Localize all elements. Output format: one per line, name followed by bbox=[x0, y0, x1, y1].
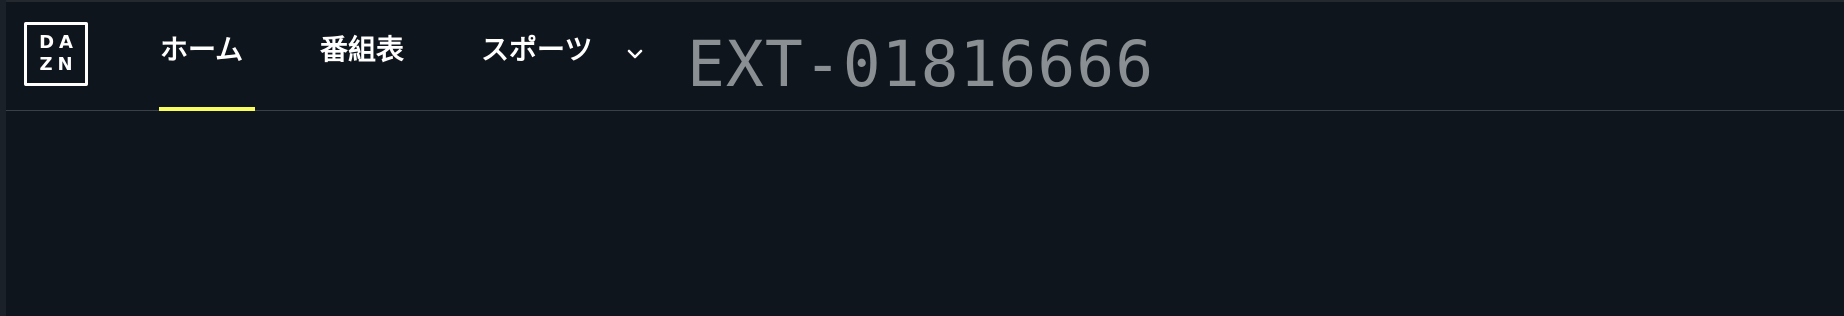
dazn-logo[interactable]: DA ZN bbox=[24, 22, 88, 86]
chevron-down-icon[interactable] bbox=[627, 48, 643, 60]
ext-code-label: EXT-01816666 bbox=[687, 28, 1155, 101]
active-tab-indicator bbox=[159, 107, 255, 111]
page: DA ZN ホーム 番組表 スポーツ EXT-01816666 bbox=[0, 0, 1844, 316]
nav-sports[interactable]: スポーツ bbox=[481, 30, 592, 70]
nav-home[interactable]: ホーム bbox=[160, 30, 243, 70]
logo-line-2: ZN bbox=[39, 54, 78, 75]
logo-line-1: DA bbox=[39, 32, 78, 53]
nav-schedule[interactable]: 番組表 bbox=[320, 30, 404, 70]
